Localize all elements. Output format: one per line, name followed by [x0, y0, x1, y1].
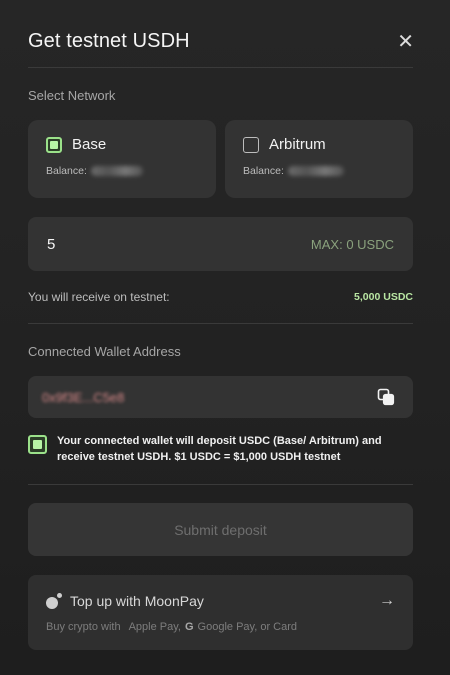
network-name: Base [72, 136, 107, 153]
modal-title: Get testnet USDH [28, 30, 190, 52]
deposit-confirmation: Your connected wallet will deposit USDC … [28, 433, 413, 465]
receive-value: 5,000 USDC [354, 291, 413, 303]
google-pay-label: Google Pay, or Card [197, 621, 298, 633]
network-name: Arbitrum [269, 136, 326, 153]
receive-label: You will receive on testnet: [28, 290, 170, 304]
arrow-right-icon[interactable]: → [379, 592, 395, 610]
balance-label: Balance: [46, 165, 87, 177]
balance-value-redacted [90, 166, 143, 176]
network-balance: Balance: [46, 165, 198, 177]
receive-summary: You will receive on testnet: 5,000 USDC [28, 290, 413, 304]
confirm-checkbox[interactable] [28, 435, 47, 454]
wallet-address-value: 0x9f3E...C5e8 [42, 389, 125, 405]
copy-icon[interactable] [377, 388, 395, 406]
max-button[interactable]: MAX: 0 USDC [311, 237, 394, 252]
base-checkbox[interactable] [46, 136, 62, 153]
balance-label: Balance: [243, 165, 284, 177]
balance-value-redacted [287, 166, 344, 176]
google-icon: G [184, 621, 194, 633]
moonpay-topup-card[interactable]: Top up with MoonPay → Buy crypto with Ap… [28, 575, 413, 650]
moonpay-logo-icon [46, 593, 62, 609]
moonpay-subtitle: Buy crypto with Apple Pay, G Google Pay,… [46, 621, 395, 633]
wallet-address-label: Connected Wallet Address [28, 344, 181, 359]
submit-deposit-button[interactable]: Submit deposit [28, 503, 413, 556]
network-option-arbitrum[interactable]: Arbitrum Balance: [225, 120, 413, 198]
section-divider [28, 323, 413, 324]
header-divider [28, 67, 413, 68]
select-network-label: Select Network [28, 88, 116, 103]
moonpay-sub-prefix: Buy crypto with [46, 621, 121, 633]
confirm-text: Your connected wallet will deposit USDC … [57, 435, 382, 463]
amount-input[interactable]: 5 MAX: 0 USDC [28, 217, 413, 271]
modal-header: Get testnet USDH ✕ [28, 30, 414, 53]
arbitrum-checkbox[interactable] [243, 136, 259, 153]
amount-value[interactable]: 5 [47, 236, 55, 253]
get-testnet-usdh-modal: Get testnet USDH ✕ Select Network Base B… [0, 0, 450, 675]
moonpay-title: Top up with MoonPay [70, 593, 204, 609]
confirm-divider [28, 484, 413, 485]
close-icon[interactable]: ✕ [397, 32, 414, 52]
wallet-address-field: 0x9f3E...C5e8 [28, 376, 413, 418]
apple-pay-label: Apple Pay, [128, 621, 181, 633]
network-option-base[interactable]: Base Balance: [28, 120, 216, 198]
network-balance: Balance: [243, 165, 395, 177]
